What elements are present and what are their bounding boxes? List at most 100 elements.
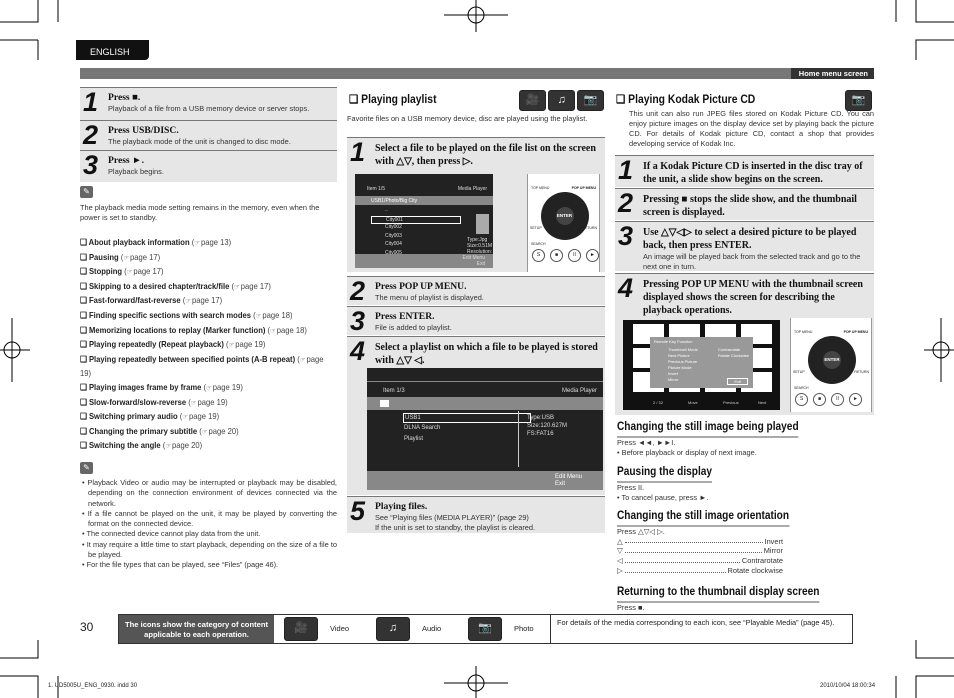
checkbox-icon: ❑	[80, 411, 89, 422]
remote-button[interactable]: ■	[550, 249, 563, 262]
step-title: Pressing POP UP MENU with the thumbnail …	[643, 279, 863, 317]
note-item: • For the file types that can be played,…	[82, 560, 279, 570]
file-row[interactable]: City003	[371, 233, 461, 241]
checkbox-icon: ❑	[80, 324, 89, 335]
link-item[interactable]: ❑ Switching primary audio (☞page 19)	[80, 410, 328, 425]
section-line: Press ◄◄, ►►I.	[617, 437, 676, 447]
step-number: 1	[83, 87, 99, 117]
link-item[interactable]: ❑ Memorizing locations to replay (Marker…	[80, 324, 328, 339]
top-menu-label: TOP MENU	[794, 330, 813, 334]
link-item[interactable]: ❑ Fast-forward/fast-reverse (☞page 17)	[80, 294, 328, 309]
playlist-intro: Favorite files on a USB memory device, d…	[347, 114, 588, 123]
link-item[interactable]: ❑ Skipping to a desired chapter/track/fi…	[80, 280, 328, 295]
source-row[interactable]: USB1	[403, 413, 531, 423]
step-description: See “Playing files (MEDIA PLAYER)” (page…	[375, 513, 529, 523]
enter-button[interactable]: ENTER	[555, 207, 574, 225]
link-label[interactable]: Fast-forward/fast-reverse	[89, 295, 181, 305]
enter-button[interactable]: ENTER	[823, 351, 841, 369]
link-item[interactable]: ❑ Playing repeatedly between specified p…	[80, 353, 328, 381]
page-ref[interactable]: (☞page 17)	[119, 252, 160, 262]
link-label[interactable]: Playing images frame by frame	[89, 382, 201, 392]
page-ref[interactable]: (☞page 19)	[224, 339, 265, 349]
link-item[interactable]: ❑ Pausing (☞page 17)	[80, 251, 328, 266]
preview-thumbnail	[476, 214, 489, 234]
folder-icon	[380, 400, 389, 407]
file-row[interactable]: City002	[371, 224, 461, 232]
setup-label: SETUP	[530, 226, 542, 230]
link-label[interactable]: Playing repeatedly (Repeat playback)	[89, 339, 224, 349]
checkbox-icon: ❑	[80, 251, 89, 262]
page-ref[interactable]: (☞page 17)	[122, 266, 163, 277]
remote-button[interactable]: S	[795, 393, 808, 406]
link-label[interactable]: Stopping	[89, 266, 122, 276]
orientation-row: ◁ Contrarotate	[617, 556, 783, 566]
page-ref[interactable]: (☞page 18)	[251, 310, 292, 320]
step-2: 2 Pressing ■ stops the slide show, and th…	[615, 188, 874, 220]
remote-button[interactable]: ►	[586, 249, 599, 262]
link-label[interactable]: Pausing	[89, 252, 119, 262]
link-label[interactable]: Skipping to a desired chapter/track/file	[89, 281, 229, 291]
kodak-title-text: Playing Kodak Picture CD	[628, 94, 756, 106]
page-ref-icon: ☞	[255, 312, 262, 320]
remote-button[interactable]: ■	[813, 393, 826, 406]
remote-button[interactable]: II	[831, 393, 844, 406]
scrollbar[interactable]	[518, 411, 519, 467]
link-item[interactable]: ❑ About playback information (☞page 13)	[80, 236, 328, 251]
step-title: Use △▽◁▷ to select a desired picture to …	[643, 227, 857, 252]
link-label[interactable]: Switching primary audio	[89, 411, 178, 421]
leader-dots	[624, 556, 740, 564]
source-row[interactable]: DLNA Search	[403, 424, 531, 434]
print-date: 2010/10/04 18:00:34	[820, 683, 876, 689]
checkbox-icon: ❑	[80, 381, 89, 392]
note-text: For the file types that can be played, s…	[86, 560, 279, 570]
source-row[interactable]: Playlist	[403, 435, 531, 445]
dpad-icon: ENTER	[540, 192, 589, 240]
page-ref-icon: ☞	[182, 414, 189, 422]
exit-button[interactable]: Exit	[727, 377, 748, 385]
key-function: Thumbnail Mode	[668, 347, 698, 352]
file-row[interactable]: ..	[371, 207, 461, 215]
category-legend: The icons show the category of content a…	[118, 614, 853, 644]
file-row[interactable]: City001	[371, 215, 461, 224]
page-ref[interactable]: (☞page 20)	[161, 440, 202, 450]
link-item[interactable]: ❑ Stopping (☞page 17)	[80, 265, 328, 280]
page-ref[interactable]: (☞page 19)	[178, 411, 219, 421]
source-name: USB1	[405, 415, 421, 421]
category-label: Audio	[422, 623, 442, 633]
file-row[interactable]: City004	[371, 241, 461, 249]
page-ref[interactable]: (☞page 19)	[186, 397, 227, 407]
link-label[interactable]: Memorizing locations to replay (Marker f…	[89, 325, 265, 335]
file-name: City004	[385, 241, 402, 247]
link-label[interactable]: Changing the primary subtitle	[89, 426, 197, 436]
remote-button[interactable]: ►	[849, 393, 862, 406]
page-ref[interactable]: (☞page 19)	[201, 382, 243, 392]
step-title: Select a playlist on which a file to be …	[375, 342, 598, 367]
link-item[interactable]: ❑ Playing repeatedly (Repeat playback) (…	[80, 338, 328, 353]
link-item[interactable]: ❑ Playing images frame by frame (☞page 1…	[80, 381, 328, 396]
step-title: Select a file to be played on the file l…	[375, 143, 596, 168]
key-label: Exit	[555, 481, 566, 487]
step-2: 2 Press USB/DISC. The playback mode of the…	[80, 120, 337, 150]
page-ref[interactable]: (☞page 17)	[229, 281, 270, 291]
page-ref-text: page 17	[133, 266, 162, 277]
link-label[interactable]: Finding specific sections with search mo…	[89, 310, 251, 320]
link-label[interactable]: Slow-forward/slow-reverse	[89, 397, 186, 407]
page-ref[interactable]: (☞page 13)	[190, 237, 231, 247]
link-item[interactable]: ❑ Slow-forward/slow-reverse (☞page 19)	[80, 396, 328, 411]
link-label[interactable]: Switching the angle	[89, 440, 161, 450]
page-ref[interactable]: (☞page 20)	[197, 426, 238, 436]
link-item[interactable]: ❑ Changing the primary subtitle (☞page 2…	[80, 425, 328, 440]
page-ref-text: page 17	[191, 295, 220, 306]
link-label[interactable]: About playback information	[89, 237, 190, 247]
screen-divider	[367, 381, 603, 382]
link-item[interactable]: ❑ Switching the angle (☞page 20)	[80, 439, 328, 454]
file-name: 1. UD5005U_ENG_0930. indd 30	[48, 683, 138, 689]
remote-button[interactable]: II	[568, 249, 581, 262]
link-label[interactable]: Playing repeatedly between specified poi…	[89, 354, 295, 364]
note-text: Playback Video or audio may be interrupt…	[87, 478, 337, 508]
remote-button[interactable]: S	[532, 249, 545, 262]
link-item[interactable]: ❑ Finding specific sections with search …	[80, 309, 328, 324]
orientation-key: ▽	[617, 546, 623, 556]
page-ref[interactable]: (☞page 18)	[265, 325, 307, 335]
page-ref[interactable]: (☞page 17)	[181, 295, 222, 306]
